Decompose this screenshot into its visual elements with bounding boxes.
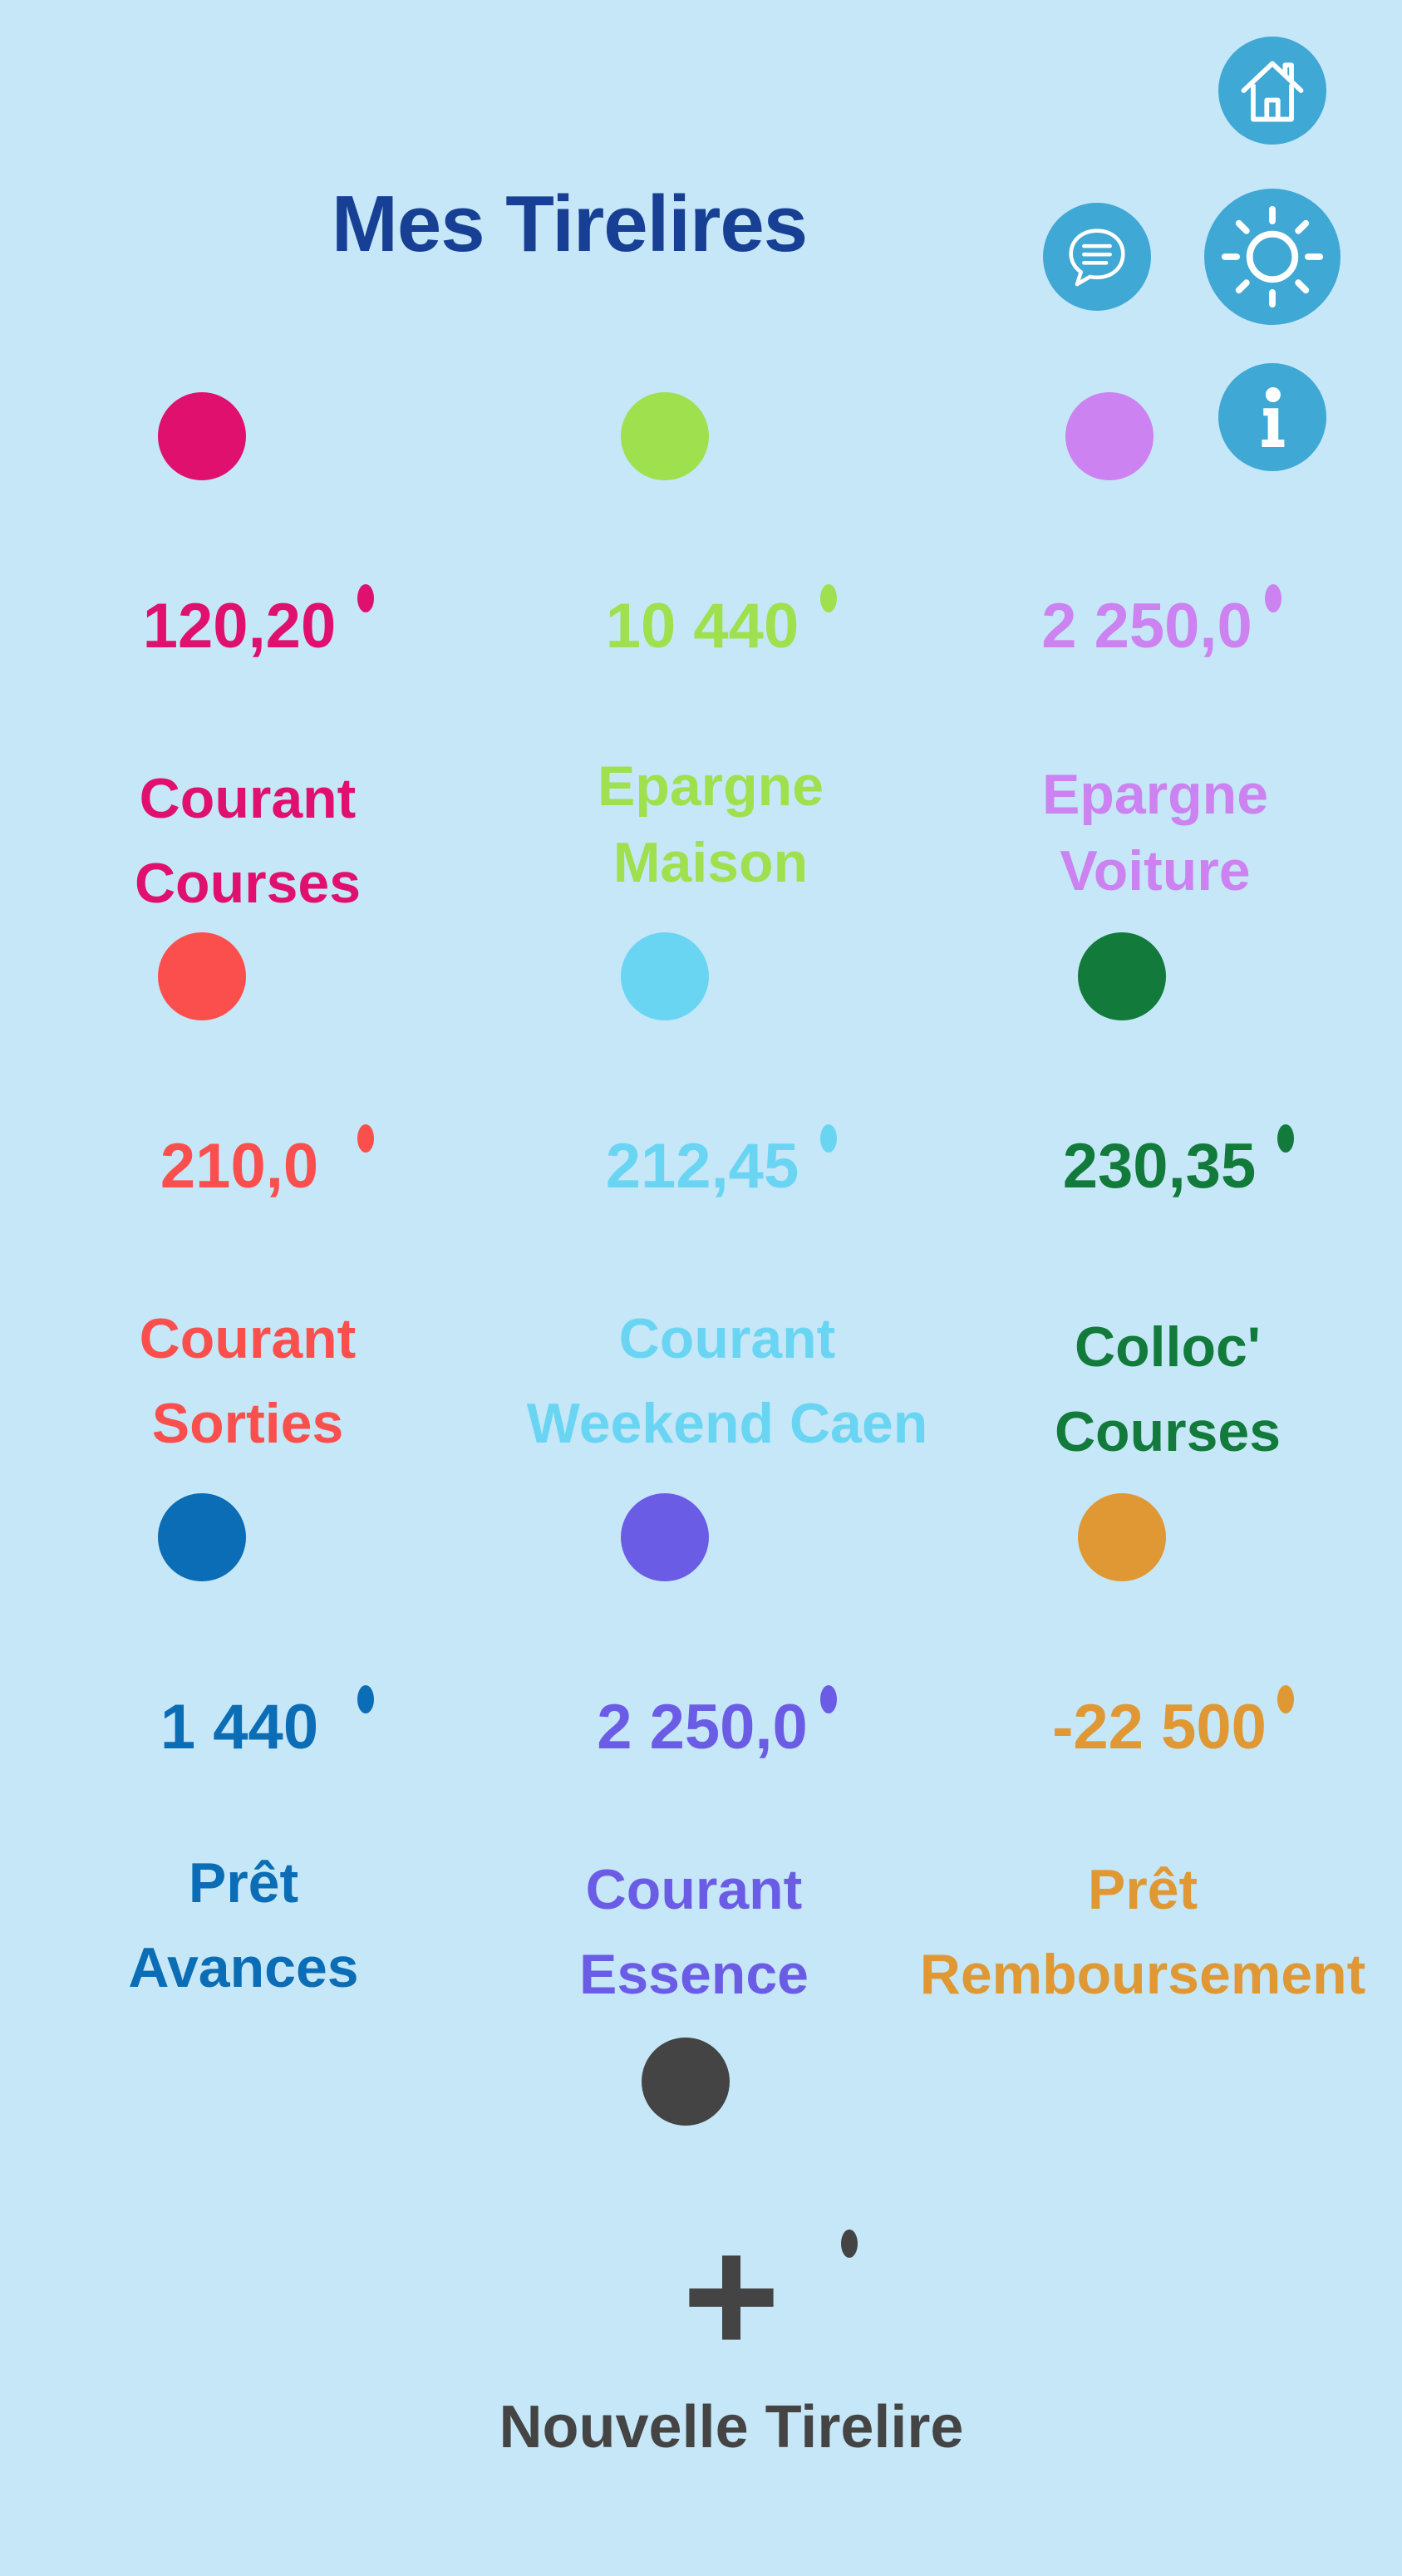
piggy-label: Epargne Maison: [453, 748, 968, 901]
sun-icon: [1221, 205, 1324, 308]
messages-button[interactable]: [1043, 203, 1151, 311]
piggy-bank-icon: [1078, 1493, 1294, 1713]
piggy-label: Epargne Voiture: [898, 756, 1402, 909]
piggy-balance: 230,35: [1062, 1131, 1257, 1202]
piggy-type: Prêt: [1087, 1858, 1198, 1921]
home-icon: [1241, 61, 1304, 122]
piggy-label: Prêt Avances: [0, 1841, 501, 2010]
piggy-bank-tile[interactable]: 212,45 Courant Weekend Caen: [486, 931, 935, 1471]
piggy-type: Courant: [618, 1307, 836, 1370]
page-title: Mes Tirelires: [331, 179, 808, 268]
piggy-type: Courant: [139, 1307, 357, 1370]
piggy-name: Remboursement: [919, 1943, 1366, 2006]
piggy-bank-icon: [621, 932, 837, 1153]
new-piggy-label: Nouvelle Tirelire: [499, 2394, 964, 2460]
piggy-bank-icon: [621, 1493, 837, 1713]
piggy-type: Epargne: [597, 755, 824, 818]
piggy-name: Weekend Caen: [526, 1392, 928, 1455]
piggy-bank-tile[interactable]: 10 440 Epargne Maison: [486, 391, 935, 931]
piggy-bank-tile[interactable]: -22 500 Prêt Remboursement: [920, 1492, 1392, 2032]
piggy-type: Colloc': [1075, 1315, 1261, 1379]
piggy-bank-icon: [1078, 932, 1294, 1153]
piggy-balance: 2 250,0: [597, 1692, 808, 1762]
plus-icon: [689, 2255, 774, 2340]
piggy-bank-tile[interactable]: 1 440 Prêt Avances: [23, 1492, 472, 2032]
piggy-bank-tile[interactable]: 120,20 Courant Courses: [23, 391, 472, 931]
piggy-balance: 1 440: [160, 1692, 319, 1762]
theme-button[interactable]: [1204, 189, 1341, 325]
piggy-type: Epargne: [1041, 763, 1269, 826]
piggy-balance: 210,0: [160, 1131, 319, 1202]
piggy-bank-tile[interactable]: 210,0 Courant Sorties: [23, 931, 472, 1471]
piggy-name: Maison: [612, 831, 809, 894]
home-button[interactable]: [1218, 37, 1326, 145]
piggy-balance: -22 500: [1052, 1692, 1267, 1762]
piggy-bank-icon: [621, 392, 837, 612]
piggy-label: Courant Courses: [0, 756, 505, 926]
piggy-name: Voiture: [1060, 839, 1251, 902]
piggy-name: Courses: [134, 852, 362, 915]
piggy-bank-icon: [158, 392, 374, 612]
piggy-label: Prêt Remboursement: [860, 1847, 1402, 2017]
piggy-label: Courant Weekend Caen: [470, 1296, 985, 1466]
piggy-type: Courant: [139, 767, 357, 830]
new-piggy-bank-button[interactable]: Nouvelle Tirelire: [499, 2036, 963, 2576]
piggy-name: Avances: [128, 1936, 359, 1999]
piggy-bank-tile[interactable]: 230,35 Colloc' Courses: [943, 931, 1392, 1471]
piggy-label: Courant Sorties: [0, 1296, 505, 1466]
piggy-bank-icon: [158, 1493, 374, 1713]
piggy-balance: 212,45: [605, 1131, 799, 1202]
piggy-balance: 120,20: [142, 591, 337, 661]
piggy-bank-icon: [1065, 392, 1281, 612]
piggy-label: Colloc' Courses: [910, 1305, 1402, 1474]
piggy-bank-icon: [642, 2038, 858, 2258]
piggy-balance: 2 250,0: [1041, 591, 1252, 661]
chat-icon: [1069, 229, 1125, 287]
piggy-bank-tile[interactable]: 2 250,0 Epargne Voiture: [931, 391, 1380, 931]
piggy-name: Courses: [1054, 1400, 1281, 1463]
piggy-name: Sorties: [151, 1392, 344, 1455]
piggy-bank-icon: [158, 932, 374, 1153]
piggy-type: Prêt: [188, 1851, 299, 1915]
piggy-balance: 10 440: [605, 591, 799, 661]
